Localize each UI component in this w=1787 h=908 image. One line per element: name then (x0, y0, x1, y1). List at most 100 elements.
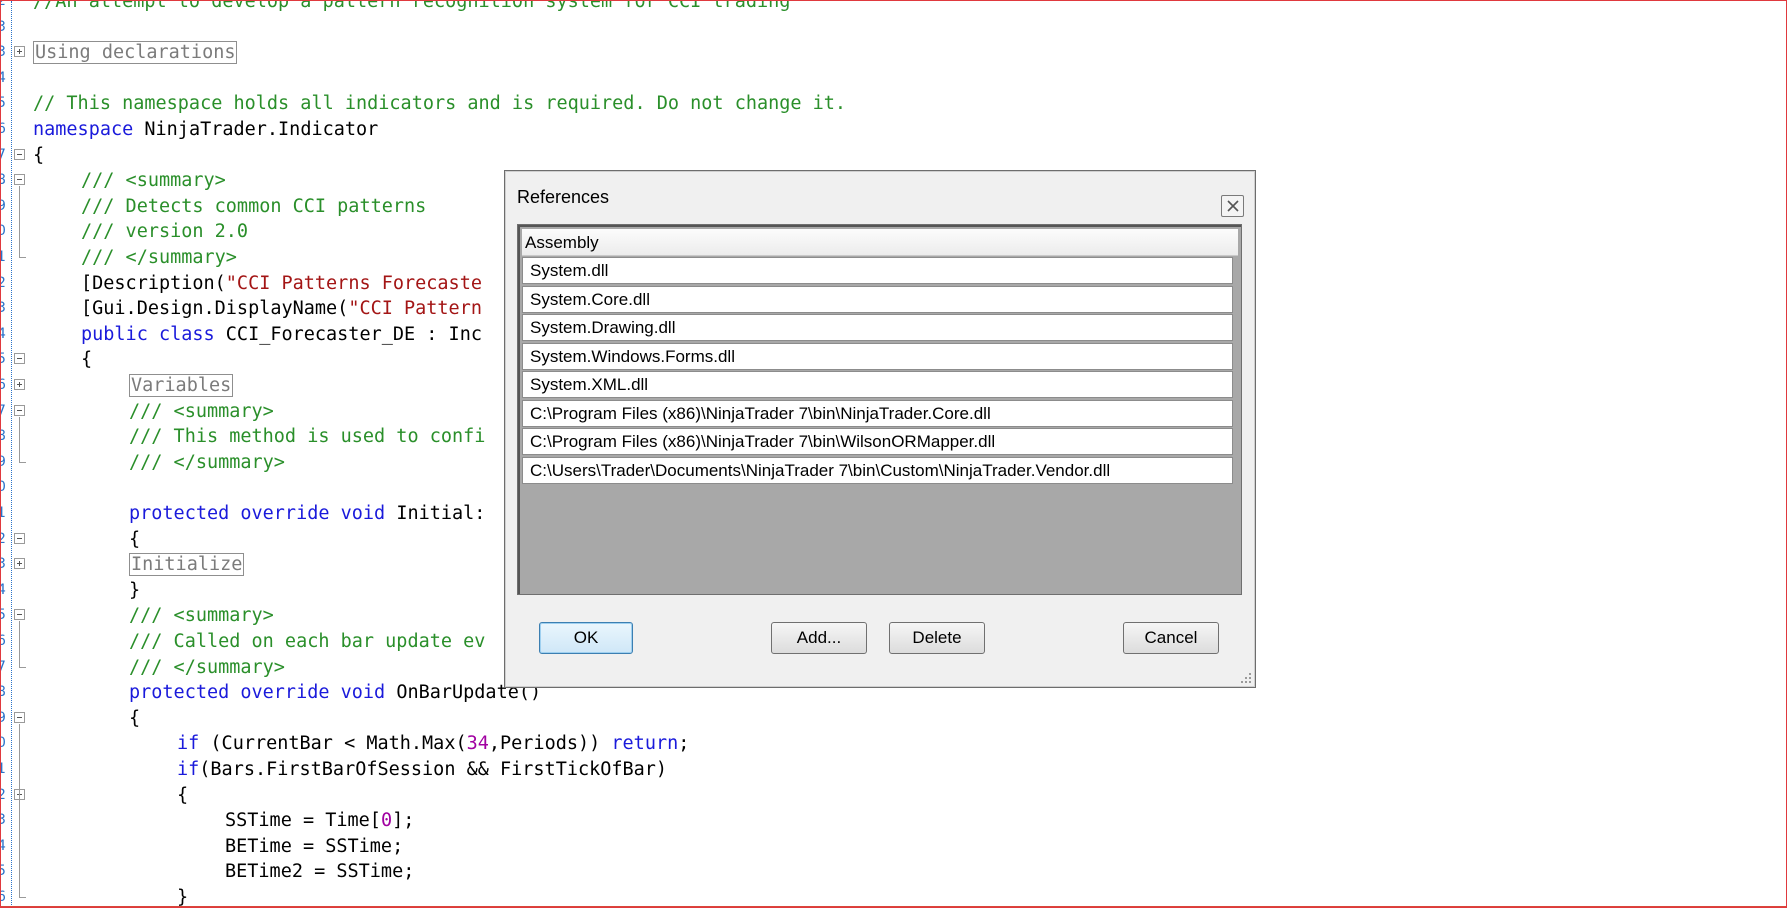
code-text: protected override void Initial: (129, 501, 485, 526)
add-button[interactable]: Add... (771, 622, 867, 654)
ok-button[interactable]: OK (539, 622, 633, 654)
line-number: 2 (1, 1, 7, 14)
dialog-title: References (517, 187, 610, 207)
code-token: 0 (380, 810, 393, 832)
code-line[interactable]: 5 // This namespace holds all indicators … (1, 91, 1786, 116)
line-number: 0 (1, 475, 7, 500)
collapse-icon[interactable] (14, 353, 25, 365)
code-line[interactable]: 3 (1, 15, 1786, 40)
assembly-row[interactable]: C:\Program Files (x86)\NinjaTrader 7\bin… (522, 399, 1233, 427)
code-text: if (CurrentBar < Math.Max(34,Periods)) r… (177, 731, 689, 756)
assembly-row[interactable]: C:\Users\Trader\Documents\NinjaTrader 7\… (522, 456, 1233, 484)
assembly-row[interactable]: System.dll (522, 257, 1233, 284)
outline-guide (19, 186, 20, 257)
code-line[interactable]: 0 if (CurrentBar < Math.Max(34,Periods)) … (1, 731, 1786, 756)
column-header-assembly[interactable]: Assembly (522, 229, 1238, 256)
code-token: } (177, 887, 189, 908)
assembly-list[interactable]: Assembly System.dll System.Core.dll System… (517, 224, 1242, 595)
code-text: /// </summary> (81, 245, 237, 270)
line-number: 4 (1, 66, 7, 91)
line-number: 7 (1, 143, 7, 168)
code-line[interactable]: 6 namespace NinjaTrader.Indicator (1, 117, 1786, 142)
collapse-icon[interactable] (14, 711, 25, 723)
line-number: 9 (1, 706, 7, 731)
collapse-icon[interactable] (14, 404, 25, 416)
code-line[interactable]: 4 BETime = SSTime; (1, 834, 1786, 859)
line-number: 4 (1, 578, 7, 603)
code-text: /// Called on each bar update ev (129, 629, 485, 654)
line-number: 4 (1, 834, 7, 859)
code-token: ; (678, 733, 690, 755)
code-token: protected override void (129, 503, 386, 524)
code-line[interactable]: 6} (1, 885, 1786, 908)
delete-button[interactable]: Delete (889, 622, 985, 654)
code-text: { (177, 783, 188, 808)
collapsed-region[interactable]: Variables (129, 374, 234, 397)
line-number: 7 (1, 399, 7, 424)
collapse-icon[interactable] (14, 174, 25, 186)
code-text: namespace NinjaTrader.Indicator (33, 117, 378, 142)
expand-icon[interactable] (14, 379, 25, 390)
expand-icon[interactable] (14, 558, 25, 570)
expand-icon[interactable] (14, 46, 25, 58)
code-token: ]; (392, 810, 415, 832)
collapse-icon[interactable] (14, 148, 25, 160)
collapsed-region[interactable]: Using declarations (33, 41, 238, 65)
code-line[interactable]: 2 //An attempt to develop a pattern recog… (1, 0, 1786, 14)
code-token: protected override void (129, 682, 386, 704)
code-line[interactable]: 4 (1, 66, 1786, 91)
outline-guide-end (19, 666, 26, 668)
code-token: /// This method is used to confi (129, 426, 486, 448)
code-line[interactable]: 9{ (1, 706, 1786, 731)
code-text: //An attempt to develop a pattern recogn… (33, 0, 791, 14)
close-button[interactable] (1221, 195, 1244, 217)
line-number: 2 (1, 783, 7, 808)
line-number: 2 (1, 527, 7, 552)
code-token: "CCI Pattern (348, 298, 482, 320)
assembly-row[interactable]: System.XML.dll (522, 371, 1233, 398)
code-token: [Gui.Design.DisplayName( (81, 298, 349, 320)
code-token: //An attempt to develop a pattern recogn… (33, 0, 791, 12)
code-text: /// Detects common CCI patterns (81, 194, 426, 219)
code-token: { (129, 707, 141, 729)
cancel-button[interactable]: Cancel (1123, 622, 1219, 654)
assembly-row[interactable]: System.Drawing.dll (522, 314, 1233, 341)
outline-guide-end (19, 897, 26, 898)
line-number: 7 (1, 655, 7, 680)
code-token: public class (81, 323, 215, 345)
code-token: /// <summary> (129, 605, 274, 627)
code-token: 34 (466, 733, 489, 755)
line-number: 6 (1, 629, 7, 654)
line-number: 0 (1, 219, 7, 244)
resize-grip-icon[interactable] (1240, 672, 1252, 684)
code-text: SSTime = Time[0]; (225, 808, 414, 833)
code-token: (CurrentBar < Math.Max( (199, 733, 467, 755)
code-text: /// </summary> (129, 655, 285, 680)
code-token: /// Detects common CCI patterns (81, 195, 427, 217)
code-line[interactable]: 1 if(Bars.FirstBarOfSession && FirstTickO… (1, 757, 1786, 782)
line-number: 5 (1, 603, 7, 628)
collapse-icon[interactable] (14, 609, 25, 621)
code-token: return (611, 733, 679, 755)
code-text: BETime = SSTime; (225, 834, 403, 859)
assembly-row[interactable]: System.Core.dll (522, 285, 1233, 313)
code-token: namespace (33, 119, 134, 140)
code-line[interactable]: 2{ (1, 783, 1786, 808)
code-token: BETime2 = SSTime; (225, 861, 415, 883)
code-text: Variables (129, 373, 234, 398)
close-icon (1227, 200, 1239, 212)
collapsed-region[interactable]: Initialize (129, 553, 245, 577)
collapse-icon[interactable] (14, 532, 25, 544)
assembly-row[interactable]: C:\Program Files (x86)\NinjaTrader 7\bin… (522, 428, 1233, 455)
line-number: 5 (1, 347, 7, 372)
code-line[interactable]: 5 BETime2 = SSTime; (1, 859, 1786, 884)
code-line[interactable]: 3 SSTime = Time[0]; (1, 808, 1786, 833)
code-line[interactable]: 3 Using declarations (1, 40, 1786, 65)
line-number: 2 (1, 271, 7, 296)
code-token: (Bars.FirstBarOfSession && FirstTickOfBa… (199, 759, 668, 780)
outline-guide-end (19, 257, 26, 258)
assembly-row[interactable]: System.Windows.Forms.dll (522, 342, 1233, 370)
code-token: [Description( (81, 272, 226, 294)
code-line[interactable]: 7{ (1, 143, 1786, 168)
code-text: /// <summary> (129, 603, 274, 628)
